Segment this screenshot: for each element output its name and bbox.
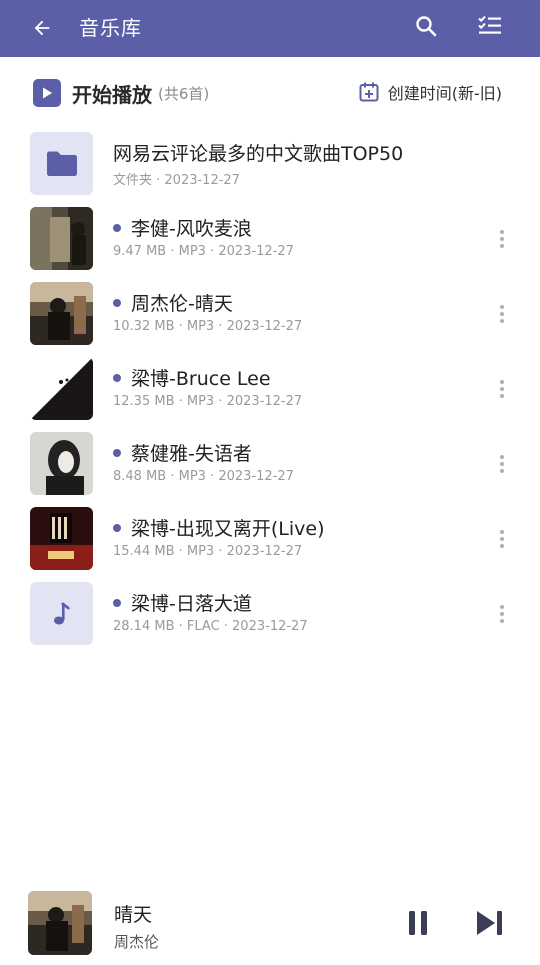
item-title: 蔡健雅-失语者 xyxy=(113,439,252,466)
item-meta: 9.47 MB · MP3 · 2023-12-27 xyxy=(113,244,294,259)
more-vertical-icon xyxy=(500,380,504,398)
music-list: 网易云评论最多的中文歌曲TOP50 文件夹 · 2023-12-27 李健-风吹… xyxy=(0,126,540,651)
new-dot xyxy=(113,523,121,532)
calendar-add-icon xyxy=(359,82,379,102)
sort-label: 创建时间(新-旧) xyxy=(387,84,502,103)
pause-button[interactable] xyxy=(400,905,436,941)
new-dot xyxy=(113,223,121,232)
item-title: 李健-风吹麦浪 xyxy=(113,214,252,241)
more-vertical-icon xyxy=(500,455,504,473)
now-playing-cover[interactable] xyxy=(28,891,92,955)
more-button[interactable] xyxy=(490,521,514,557)
list-item-song[interactable]: 梁博-Bruce Lee 12.35 MB · MP3 · 2023-12-27 xyxy=(0,351,540,426)
back-button[interactable] xyxy=(26,12,58,44)
folder-thumbnail xyxy=(30,132,93,195)
more-button[interactable] xyxy=(490,596,514,632)
item-meta: 文件夹 · 2023-12-27 xyxy=(113,173,240,188)
search-button[interactable] xyxy=(408,8,444,44)
new-dot xyxy=(113,598,121,607)
music-note-icon xyxy=(53,601,70,624)
item-meta: 10.32 MB · MP3 · 2023-12-27 xyxy=(113,319,303,334)
new-dot xyxy=(113,298,121,307)
list-toolbar: 开始播放 (共6首) 创建时间(新-旧) xyxy=(0,68,540,118)
more-vertical-icon xyxy=(500,605,504,623)
list-item-folder[interactable]: 网易云评论最多的中文歌曲TOP50 文件夹 · 2023-12-27 xyxy=(0,126,540,201)
item-title: 梁博-Bruce Lee xyxy=(113,364,271,391)
item-meta: 12.35 MB · MP3 · 2023-12-27 xyxy=(113,394,303,409)
more-vertical-icon xyxy=(500,305,504,323)
page-title: 音乐库 xyxy=(79,16,142,40)
list-item-song[interactable]: 周杰伦-晴天 10.32 MB · MP3 · 2023-12-27 xyxy=(0,276,540,351)
album-cover xyxy=(30,357,93,420)
app-bar: 音乐库 xyxy=(0,0,540,57)
now-playing-artist: 周杰伦 xyxy=(114,933,160,951)
item-title: 网易云评论最多的中文歌曲TOP50 xyxy=(113,143,404,165)
checklist-icon xyxy=(478,15,501,34)
list-item-song[interactable]: 李健-风吹麦浪 9.47 MB · MP3 · 2023-12-27 xyxy=(0,201,540,276)
pause-icon xyxy=(409,911,427,935)
skip-next-icon xyxy=(477,911,502,935)
more-vertical-icon xyxy=(500,230,504,248)
play-all-label: 开始播放 xyxy=(72,82,152,107)
album-cover xyxy=(30,507,93,570)
mini-player[interactable]: 晴天 周杰伦 xyxy=(0,883,540,965)
item-meta: 28.14 MB · FLAC · 2023-12-27 xyxy=(113,619,308,634)
sort-button[interactable]: 创建时间(新-旧) xyxy=(358,80,502,104)
album-cover xyxy=(30,207,93,270)
folder-icon xyxy=(46,151,77,176)
more-button[interactable] xyxy=(490,221,514,257)
arrow-left-icon xyxy=(34,20,50,36)
more-vertical-icon xyxy=(500,530,504,548)
more-button[interactable] xyxy=(490,371,514,407)
new-dot xyxy=(113,373,121,382)
list-item-song[interactable]: 梁博-出现又离开(Live) 15.44 MB · MP3 · 2023-12-… xyxy=(0,501,540,576)
item-title: 周杰伦-晴天 xyxy=(113,289,233,316)
multi-select-button[interactable] xyxy=(472,8,508,44)
more-button[interactable] xyxy=(490,296,514,332)
item-title: 梁博-日落大道 xyxy=(113,589,252,616)
list-item-song[interactable]: 梁博-日落大道 28.14 MB · FLAC · 2023-12-27 xyxy=(0,576,540,651)
item-title: 梁博-出现又离开(Live) xyxy=(113,514,324,541)
song-count: (共6首) xyxy=(158,84,210,103)
search-icon xyxy=(416,16,437,37)
play-icon xyxy=(33,79,61,107)
list-item-song[interactable]: 蔡健雅-失语者 8.48 MB · MP3 · 2023-12-27 xyxy=(0,426,540,501)
music-thumbnail xyxy=(30,582,93,645)
item-meta: 15.44 MB · MP3 · 2023-12-27 xyxy=(113,544,303,559)
album-cover xyxy=(30,282,93,345)
item-meta: 8.48 MB · MP3 · 2023-12-27 xyxy=(113,469,294,484)
album-cover xyxy=(30,432,93,495)
play-all-button[interactable]: 开始播放 (共6首) xyxy=(33,77,209,109)
new-dot xyxy=(113,448,121,457)
now-playing-title: 晴天 xyxy=(114,904,153,926)
more-button[interactable] xyxy=(490,446,514,482)
next-button[interactable] xyxy=(472,905,508,941)
